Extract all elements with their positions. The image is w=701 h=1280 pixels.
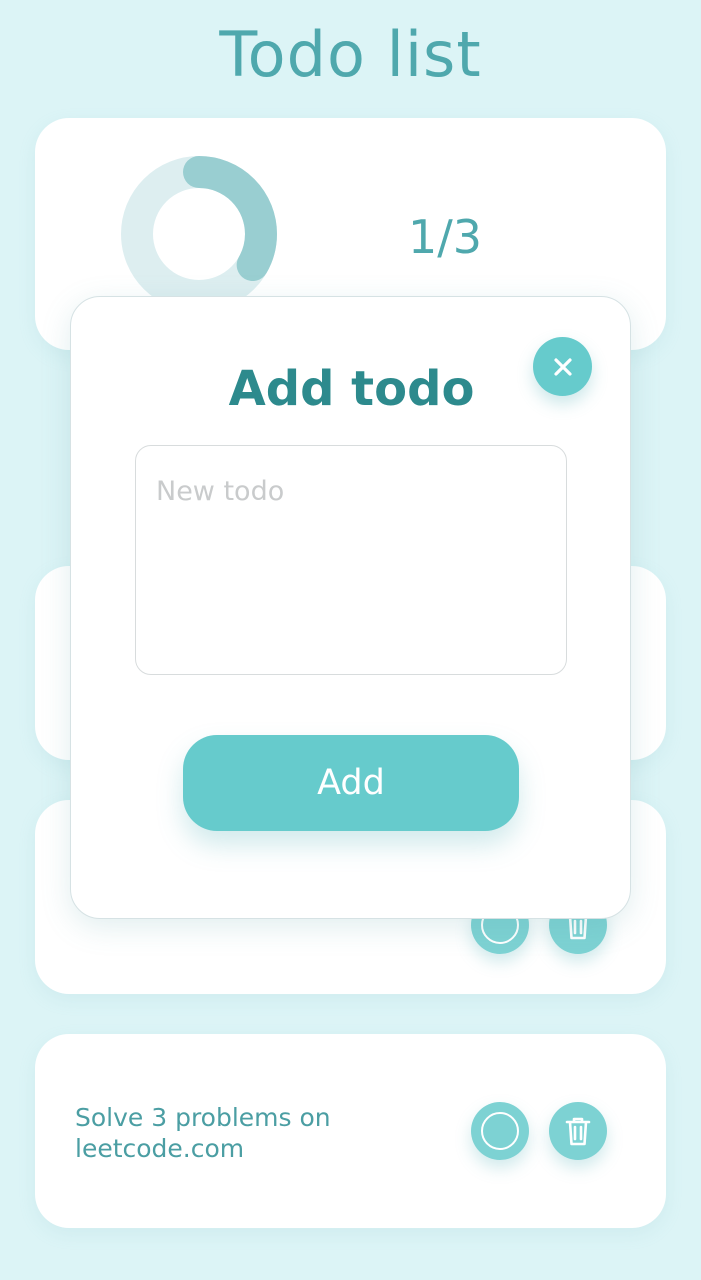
progress-count: 1/3 [407, 210, 483, 264]
delete-todo-button[interactable] [549, 1102, 607, 1160]
todo-app: Todo list 1/3 Solve 3 problems on leetco… [0, 0, 701, 1280]
new-todo-input[interactable] [135, 445, 567, 675]
todo-text: Solve 3 problems on leetcode.com [75, 1103, 331, 1163]
add-todo-modal: Add todo Add [70, 296, 631, 919]
app-title: Todo list [219, 18, 482, 91]
toggle-done-button[interactable] [471, 1102, 529, 1160]
circle-check-icon [481, 1112, 519, 1150]
progress-ring [121, 156, 277, 312]
modal-title: Add todo [228, 361, 475, 417]
add-button[interactable]: Add [183, 735, 519, 831]
trash-icon [565, 1117, 591, 1146]
todo-item: Solve 3 problems on leetcode.com [35, 1034, 666, 1228]
